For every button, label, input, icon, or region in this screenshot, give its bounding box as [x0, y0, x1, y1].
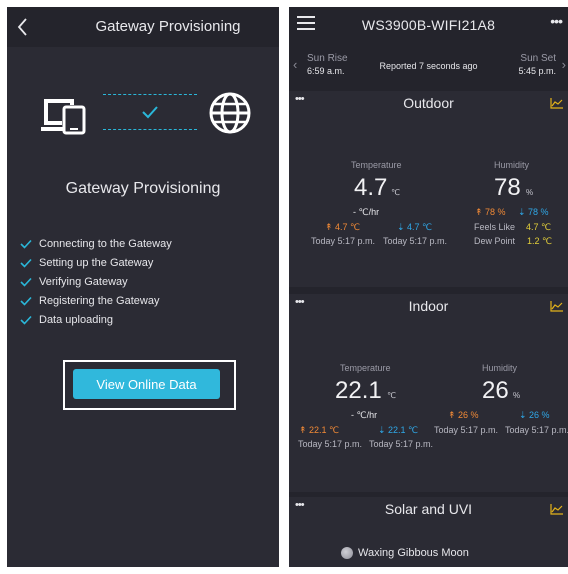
page-title: Gateway Provisioning: [95, 18, 241, 35]
humidity-unit: %: [513, 391, 521, 400]
card-title: Outdoor: [403, 95, 454, 111]
check-icon: [142, 106, 158, 119]
step-item: Setting up the Gateway: [19, 253, 172, 272]
temperature-value: 22.1: [335, 377, 382, 404]
humidity-low-time: Today 5:17 p.m.: [505, 425, 568, 435]
connection-link: [103, 94, 197, 130]
humidity-high: ↟ 78 %: [475, 207, 506, 217]
feels-like-value: 4.7 ℃: [526, 222, 552, 232]
view-online-data-button[interactable]: View Online Data: [73, 369, 220, 399]
header-bar: WS3900B-WIFI21A8 •••: [289, 7, 568, 43]
check-icon: [20, 258, 32, 268]
step-item: Verifying Gateway: [19, 272, 172, 291]
step-label: Registering the Gateway: [39, 294, 160, 307]
check-icon: [20, 296, 32, 306]
solar-uvi-card: ••• Solar and UVI Waxing Gibbous Moon: [289, 497, 568, 567]
sunset-time: 5:45 p.m.: [518, 66, 556, 76]
temperature-label: Temperature: [351, 160, 402, 170]
header-bar: Gateway Provisioning: [7, 7, 279, 47]
humidity-high: ↟ 26 %: [448, 410, 479, 420]
temperature-high: ↟ 4.7 ℃: [325, 222, 361, 232]
temperature-rate: - ℃/hr: [353, 207, 380, 217]
humidity-value: 78: [494, 174, 521, 201]
chevron-right-icon[interactable]: ›: [562, 57, 566, 72]
temperature-high-time: Today 5:17 p.m.: [298, 439, 363, 449]
button-highlight-box: View Online Data: [63, 360, 236, 410]
dew-point-value: 1.2 ℃: [527, 236, 553, 246]
temperature-rate: - ℃/hr: [351, 410, 378, 420]
chevron-left-icon: [17, 18, 27, 36]
humidity-value: 26: [482, 377, 509, 404]
devices-icon: [41, 99, 86, 135]
temperature-unit: ℃: [391, 188, 400, 197]
indoor-card: ••• Indoor Temperature 22.1 ℃ - ℃/hr ↟ 2…: [289, 294, 568, 492]
check-icon: [20, 315, 32, 325]
humidity-low: ⇣ 26 %: [519, 410, 550, 420]
back-button[interactable]: [11, 15, 35, 39]
moon-phase-row: Waxing Gibbous Moon: [341, 547, 469, 559]
step-label: Data uploading: [39, 313, 114, 326]
temperature-value: 4.7: [354, 174, 388, 201]
card-title: Solar and UVI: [384, 501, 473, 517]
step-label: Connecting to the Gateway: [39, 237, 172, 250]
temperature-low: ⇣ 4.7 ℃: [397, 222, 433, 232]
sunset: Sun Set 5:45 p.m.: [518, 53, 556, 76]
humidity-high-time: Today 5:17 p.m.: [434, 425, 499, 435]
step-label: Verifying Gateway: [39, 275, 128, 288]
temperature-high-time: Today 5:17 p.m.: [311, 236, 376, 246]
moon-phase-label: Waxing Gibbous Moon: [358, 547, 469, 559]
humidity-label: Humidity: [482, 363, 518, 373]
step-item: Registering the Gateway: [19, 291, 172, 310]
step-item: Data uploading: [19, 310, 172, 329]
humidity-label: Humidity: [494, 160, 530, 170]
provisioning-steps: Connecting to the Gateway Setting up the…: [19, 234, 172, 329]
temperature-low-time: Today 5:17 p.m.: [383, 236, 448, 246]
temperature-unit: ℃: [387, 391, 396, 400]
feels-like-label: Feels Like: [474, 222, 516, 232]
step-label: Setting up the Gateway: [39, 256, 154, 269]
sun-times-row: ‹ Sun Rise 6:59 a.m. Reported 7 seconds …: [289, 47, 568, 91]
line-chart-icon[interactable]: [550, 503, 564, 515]
moon-icon: [341, 547, 353, 559]
outdoor-card: ••• Outdoor Temperature 4.7 ℃ - ℃/hr ↟ 4…: [289, 91, 568, 287]
line-chart-icon[interactable]: [550, 97, 564, 109]
humidity-low: ⇣ 78 %: [518, 207, 549, 217]
more-horizontal-icon[interactable]: •••: [550, 13, 563, 29]
temperature-low-time: Today 5:17 p.m.: [369, 439, 434, 449]
sunset-label: Sun Set: [520, 53, 556, 64]
card-title: Indoor: [408, 298, 449, 314]
provisioning-heading: Gateway Provisioning: [65, 180, 221, 197]
humidity-unit: %: [526, 188, 534, 197]
check-icon: [20, 277, 32, 287]
device-title: WS3900B-WIFI21A8: [361, 17, 496, 33]
temperature-low: ⇣ 22.1 ℃: [378, 425, 419, 435]
weather-dashboard-screen: WS3900B-WIFI21A8 ••• ‹ Sun Rise 6:59 a.m…: [289, 7, 568, 567]
gateway-provisioning-screen: Gateway Provisioning Gateway Provisionin…: [7, 7, 279, 567]
line-chart-icon[interactable]: [550, 300, 564, 312]
dew-point-label: Dew Point: [474, 236, 516, 246]
temperature-high: ↟ 22.1 ℃: [299, 425, 340, 435]
temperature-label: Temperature: [340, 363, 391, 373]
globe-icon: [209, 92, 251, 134]
step-item: Connecting to the Gateway: [19, 234, 172, 253]
check-icon: [20, 239, 32, 249]
